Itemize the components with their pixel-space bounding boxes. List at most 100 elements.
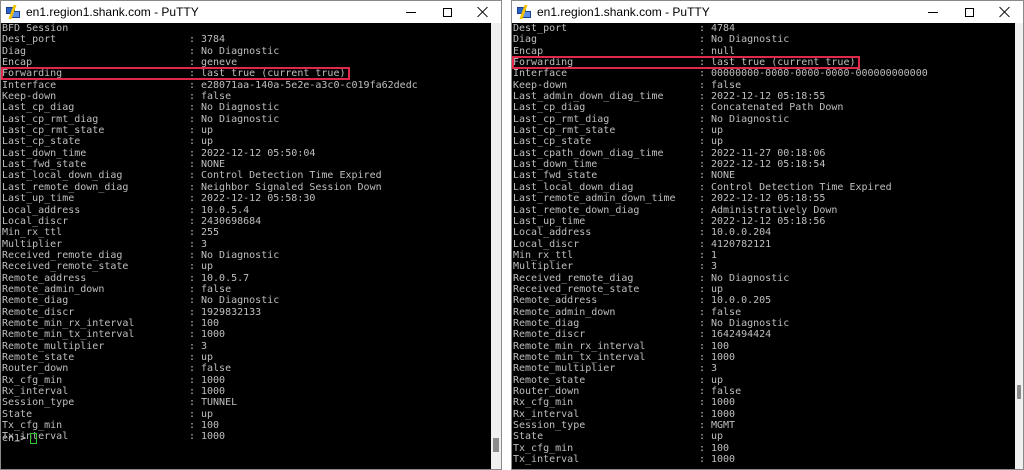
field-value: false	[711, 306, 742, 318]
field-key: Remote_diag	[513, 317, 580, 329]
field-separator: :	[189, 363, 196, 375]
vertical-scrollbar[interactable]	[1015, 23, 1023, 469]
field-value: 10.0.5.4	[201, 204, 250, 216]
field-value: 255	[201, 227, 220, 239]
field-separator: :	[189, 351, 196, 363]
title-bar[interactable]: en1.region1.shank.com - PuTTY	[1, 1, 501, 23]
field-key: Last_cp_state	[513, 136, 592, 148]
terminal-row: Interface:00000000-0000-0000-0000-000000…	[512, 68, 1015, 79]
maximize-button[interactable]	[429, 1, 465, 23]
close-icon	[999, 6, 1011, 18]
field-value: 3	[201, 340, 208, 352]
terminal-row: Dest_port:3784	[1, 34, 491, 45]
highlight-box	[1, 67, 350, 81]
field-value: 10.0.0.204	[711, 227, 772, 239]
field-value: false	[711, 386, 742, 397]
minimize-button[interactable]	[393, 1, 429, 23]
field-separator: :	[189, 125, 196, 137]
scrollbar-thumb[interactable]	[493, 438, 499, 452]
field-separator: :	[189, 295, 196, 307]
close-button[interactable]	[987, 1, 1023, 23]
field-separator: :	[699, 454, 706, 466]
field-key: Remote_min_tx_interval	[2, 329, 135, 341]
field-key: Rx_cfg_min	[2, 374, 63, 386]
terminal-row: Rx_interval:1000	[512, 409, 1015, 420]
field-separator: :	[699, 283, 706, 295]
close-button[interactable]	[465, 1, 501, 23]
field-key: Remote_address	[513, 295, 598, 307]
field-key: Last_admin_down_diag_time	[513, 91, 664, 103]
field-value: up	[711, 374, 724, 386]
field-separator: :	[699, 159, 706, 171]
field-value: 100	[201, 420, 220, 432]
title-bar[interactable]: en1.region1.shank.com - PuTTY	[512, 1, 1023, 23]
terminal-row: Remote_multiplier:3	[1, 341, 491, 352]
terminal-row: Last_up_time:2022-12-12 05:58:30	[1, 193, 491, 204]
window-controls	[915, 1, 1023, 23]
terminal-output[interactable]: BFD Session Dest_port:3784 Diag: No Diagno…	[1, 23, 491, 469]
field-separator: :	[699, 215, 706, 227]
field-separator: :	[699, 317, 706, 329]
terminal-row: Router_down: false	[1, 363, 491, 374]
field-key: Last_fwd_state	[513, 170, 598, 182]
field-value: 2430698684	[201, 215, 262, 227]
field-key: State	[513, 431, 544, 443]
field-value: No Diagnostic	[711, 272, 790, 284]
field-key: Min_rx_ttl	[2, 227, 63, 239]
terminal-row: Last_down_time:2022-12-12 05:18:54	[512, 159, 1015, 170]
terminal-output[interactable]: Dest_port:4784 Diag: No Diagnostic Encap: nu…	[512, 23, 1015, 469]
field-value: 4784	[711, 23, 736, 34]
field-separator: :	[189, 204, 196, 216]
field-key: Last_down_time	[513, 159, 598, 171]
minimize-icon	[406, 11, 416, 13]
terminal-row: Last_cp_rmt_state: up	[1, 125, 491, 136]
field-key: Multiplier	[513, 261, 574, 273]
field-key: Received_remote_diag	[513, 272, 634, 284]
field-separator: :	[699, 227, 706, 239]
field-value: No Diagnostic	[711, 113, 790, 125]
field-separator: :	[189, 408, 196, 420]
field-value: No Diagnostic	[201, 102, 280, 114]
field-key: Remote_min_rx_interval	[513, 340, 646, 352]
vertical-scrollbar[interactable]	[491, 23, 501, 469]
terminal-row: Last_cpath_down_diag_time:2022-11-27 00:…	[512, 148, 1015, 159]
field-separator: :	[189, 261, 196, 273]
putty-icon[interactable]	[6, 5, 20, 19]
terminal-row: Rx_cfg_min:1000	[512, 397, 1015, 408]
field-value: No Diagnostic	[711, 317, 790, 329]
terminal-row: Min_rx_ttl:255	[1, 227, 491, 238]
field-key: Last_cpath_down_diag_time	[513, 147, 664, 159]
field-key: Remote_discr	[2, 306, 75, 318]
minimize-icon	[928, 11, 938, 13]
field-key: Min_rx_ttl	[513, 249, 574, 261]
terminal-row: Remote_address:10.0.0.205	[512, 295, 1015, 306]
terminal-row: Remote_state: up	[1, 352, 491, 363]
field-key: Keep-down	[513, 79, 568, 91]
terminal-row: Remote_diag: No Diagnostic	[1, 295, 491, 306]
terminal-row: Local_discr:4120782121	[512, 239, 1015, 250]
field-key: Router_down	[513, 386, 580, 397]
field-separator: :	[699, 34, 706, 46]
putty-window-left: en1.region1.shank.com - PuTTY BFD Sessio…	[0, 0, 502, 470]
field-separator: :	[189, 227, 196, 239]
field-key: Last_remote_admin_down_time	[513, 193, 676, 205]
field-key: Last_fwd_state	[2, 159, 87, 171]
command-prompt[interactable]: en1>	[2, 433, 38, 444]
minimize-button[interactable]	[915, 1, 951, 23]
field-value: No Diagnostic	[201, 45, 280, 57]
field-separator: :	[189, 136, 196, 148]
terminal-row: Session_type: TUNNEL	[1, 397, 491, 408]
field-value: e28071aa-140a-5e2e-a3c0-c019fa62dedc	[201, 79, 418, 91]
field-value: 1929832133	[201, 306, 262, 318]
maximize-icon	[442, 7, 452, 17]
field-separator: :	[189, 181, 196, 193]
field-value: Concatenated Path Down	[711, 102, 844, 114]
putty-icon[interactable]	[517, 5, 531, 19]
scrollbar-thumb[interactable]	[1017, 385, 1021, 399]
maximize-button[interactable]	[951, 1, 987, 23]
field-separator: :	[189, 113, 196, 125]
field-key: Local_address	[513, 227, 592, 239]
field-key: Diag	[2, 45, 27, 57]
field-value: 1000	[711, 408, 736, 420]
field-key: Rx_cfg_min	[513, 397, 574, 409]
